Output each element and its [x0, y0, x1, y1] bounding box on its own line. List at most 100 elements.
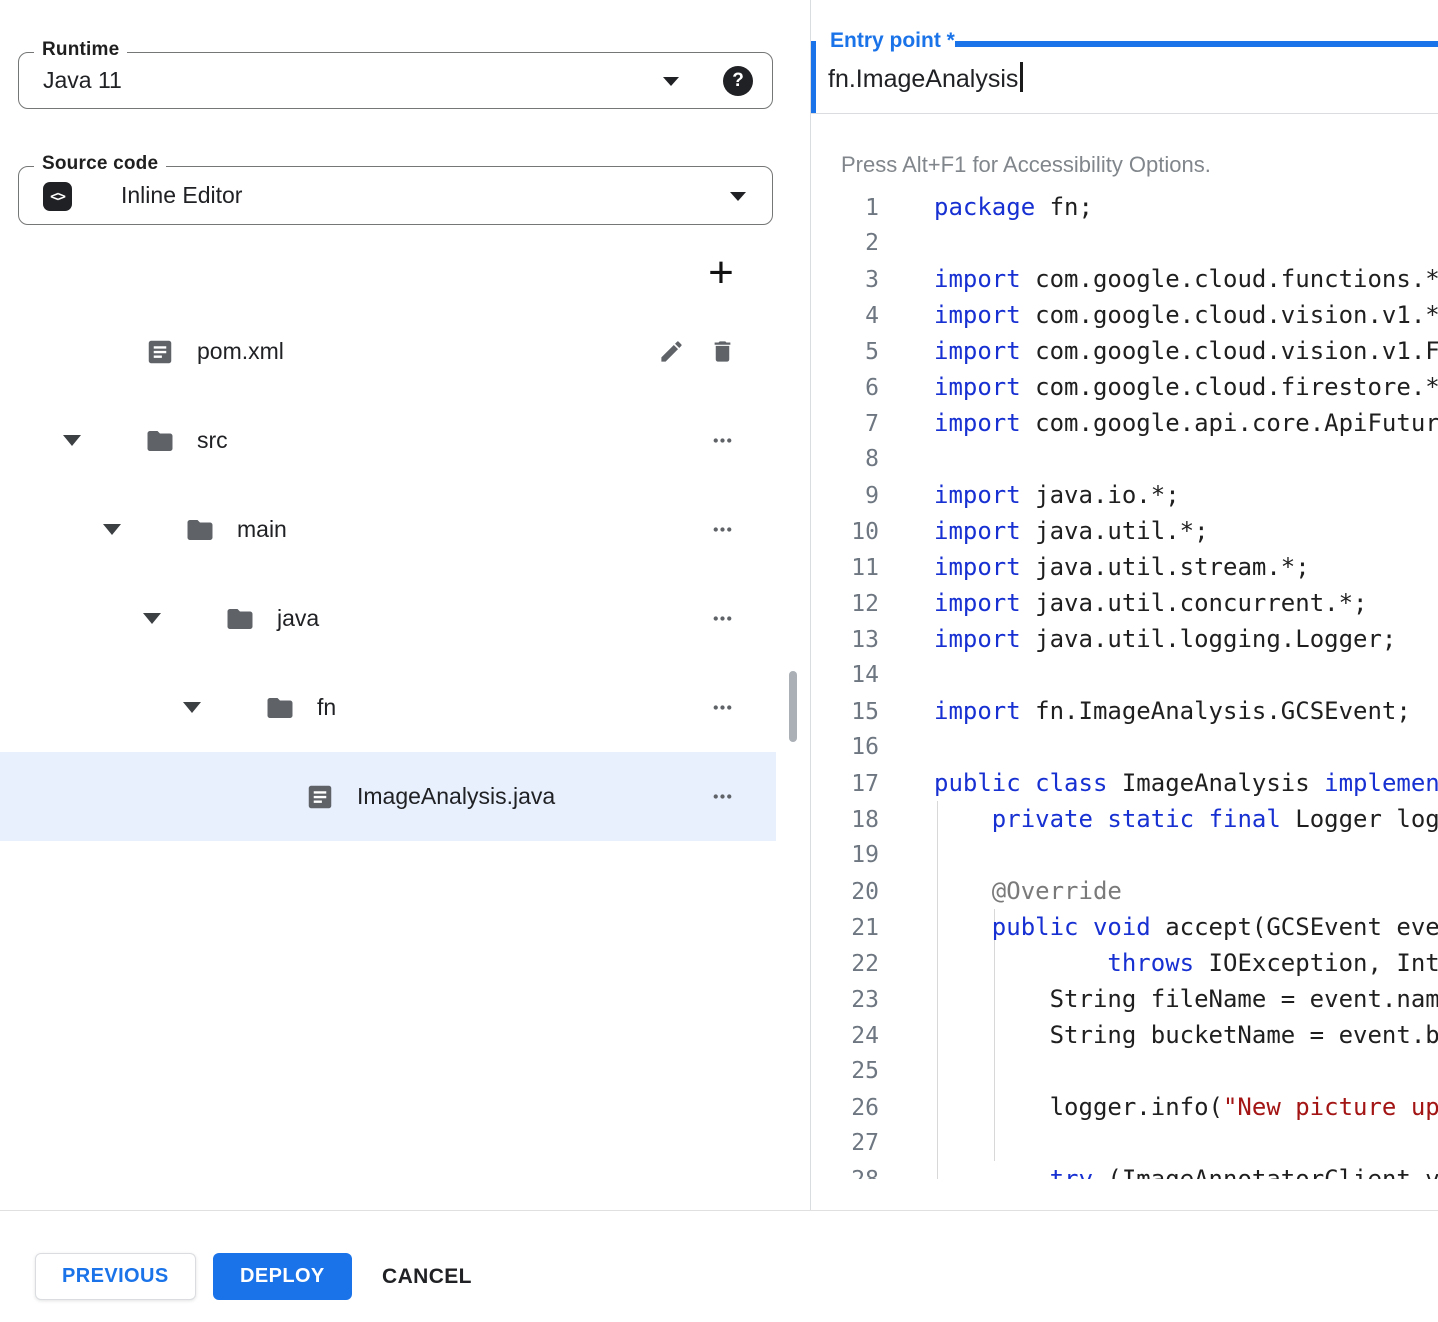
code-text: @Override	[934, 873, 1122, 909]
add-file-button[interactable]: +	[698, 250, 744, 296]
deploy-button[interactable]: DEPLOY	[213, 1253, 352, 1300]
code-line[interactable]: 11 import java.util.stream.*;	[811, 549, 1438, 585]
code-line[interactable]: 15 import fn.ImageAnalysis.GCSEvent;	[811, 693, 1438, 729]
line-number: 13	[811, 622, 879, 658]
code-line[interactable]: 9 import java.io.*;	[811, 477, 1438, 513]
code-line[interactable]: 27	[811, 1125, 1438, 1161]
line-number: 12	[811, 586, 879, 622]
code-line[interactable]: 10 import java.util.*;	[811, 513, 1438, 549]
tree-row[interactable]: main	[0, 485, 776, 574]
code-text: logger.info("New picture up	[934, 1089, 1438, 1125]
line-number: 14	[811, 657, 879, 693]
source-code-label: Source code	[34, 153, 166, 175]
line-number: 15	[811, 694, 879, 730]
chevron-expanded-icon[interactable]	[143, 613, 161, 624]
scrollbar-thumb[interactable]	[789, 671, 797, 742]
code-line[interactable]: 26 logger.info("New picture up	[811, 1089, 1438, 1125]
tree-row-actions	[709, 783, 736, 810]
line-number: 2	[811, 225, 879, 261]
runtime-label: Runtime	[34, 39, 127, 61]
source-code-select[interactable]: Source code <> Inline Editor	[18, 166, 773, 225]
runtime-select[interactable]: Runtime Java 11 ?	[18, 52, 773, 109]
text-cursor	[1020, 62, 1023, 92]
code-line[interactable]: 12 import java.util.concurrent.*;	[811, 585, 1438, 621]
code-icon: <>	[43, 182, 72, 211]
tree-row[interactable]: fn	[0, 663, 776, 752]
line-number: 16	[811, 729, 879, 765]
code-editor[interactable]: Press Alt+F1 for Accessibility Options. …	[811, 114, 1438, 1179]
line-number: 17	[811, 766, 879, 802]
delete-icon[interactable]	[709, 338, 736, 365]
more-options-icon[interactable]	[709, 516, 736, 543]
source-code-value: Inline Editor	[121, 181, 242, 208]
code-text: String bucketName = event.b	[934, 1017, 1438, 1053]
code-line[interactable]: 7 import com.google.api.core.ApiFutur	[811, 405, 1438, 441]
code-line[interactable]: 23 String fileName = event.nam	[811, 981, 1438, 1017]
tree-row[interactable]: ImageAnalysis.java	[0, 752, 776, 841]
code-line[interactable]: 25	[811, 1053, 1438, 1089]
code-line[interactable]: 18 private static final Logger log	[811, 801, 1438, 837]
tree-row-actions	[709, 516, 736, 543]
previous-button[interactable]: PREVIOUS	[35, 1253, 196, 1300]
tree-indent-slot	[175, 702, 265, 713]
more-options-icon[interactable]	[709, 605, 736, 632]
code-line[interactable]: 20 @Override	[811, 873, 1438, 909]
line-number: 18	[811, 802, 879, 838]
code-line[interactable]: 21 public void accept(GCSEvent eve	[811, 909, 1438, 945]
code-line[interactable]: 16	[811, 729, 1438, 765]
tree-row-actions	[709, 427, 736, 454]
code-line[interactable]: 4 import com.google.cloud.vision.v1.*	[811, 297, 1438, 333]
line-number: 28	[811, 1162, 879, 1179]
chevron-down-icon[interactable]	[663, 77, 679, 86]
chevron-down-icon[interactable]	[730, 192, 746, 201]
chevron-expanded-icon[interactable]	[63, 435, 81, 446]
edit-icon[interactable]	[658, 338, 685, 365]
chevron-expanded-icon[interactable]	[103, 524, 121, 535]
editor-panel: Entry point * fn.ImageAnalysis Press Alt…	[811, 0, 1438, 1210]
cancel-button[interactable]: CANCEL	[380, 1253, 474, 1300]
code-line[interactable]: 13 import java.util.logging.Logger;	[811, 621, 1438, 657]
code-line[interactable]: 6 import com.google.cloud.firestore.*	[811, 369, 1438, 405]
code-line[interactable]: 28 try (ImageAnnotatorClient v	[811, 1161, 1438, 1179]
code-line[interactable]: 5 import com.google.cloud.vision.v1.F	[811, 333, 1438, 369]
action-bar: PREVIOUS DEPLOY CANCEL	[0, 1211, 1438, 1322]
more-options-icon[interactable]	[709, 783, 736, 810]
tree-item-label: pom.xml	[197, 338, 284, 365]
code-text: private static final Logger log	[934, 801, 1438, 837]
tree-row[interactable]: pom.xml	[0, 307, 776, 396]
line-number: 11	[811, 550, 879, 586]
code-line[interactable]: 2	[811, 225, 1438, 261]
code-line[interactable]: 22 throws IOException, Int	[811, 945, 1438, 981]
tree-row-actions	[658, 338, 736, 365]
tree-row[interactable]: src	[0, 396, 776, 485]
tree-item-label: main	[237, 516, 287, 543]
code-text: try (ImageAnnotatorClient v	[934, 1161, 1438, 1179]
folder-icon	[145, 426, 175, 456]
tree-indent-slot	[215, 791, 305, 802]
tree-indent-slot	[95, 524, 185, 535]
line-number: 22	[811, 946, 879, 982]
entry-point-input[interactable]: fn.ImageAnalysis	[828, 62, 1023, 94]
code-line[interactable]: 1 package fn;	[811, 189, 1438, 225]
code-text: import java.util.logging.Logger;	[934, 621, 1396, 657]
code-lines: 1 package fn; 2 3 import com.google.clou…	[811, 189, 1438, 1179]
code-line[interactable]: 14	[811, 657, 1438, 693]
tree-row[interactable]: java	[0, 574, 776, 663]
code-line[interactable]: 3 import com.google.cloud.functions.*	[811, 261, 1438, 297]
help-icon[interactable]: ?	[723, 66, 753, 96]
line-number: 21	[811, 910, 879, 946]
function-config-panel: Runtime Java 11 ? Source code <> Inline …	[0, 0, 810, 1210]
code-text: import java.io.*;	[934, 477, 1180, 513]
chevron-expanded-icon[interactable]	[183, 702, 201, 713]
entry-point-field[interactable]: Entry point * fn.ImageAnalysis	[811, 0, 1438, 114]
more-options-icon[interactable]	[709, 427, 736, 454]
code-line[interactable]: 17 public class ImageAnalysis implemen	[811, 765, 1438, 801]
code-line[interactable]: 24 String bucketName = event.b	[811, 1017, 1438, 1053]
code-line[interactable]: 8	[811, 441, 1438, 477]
folder-icon	[265, 693, 295, 723]
more-options-icon[interactable]	[709, 694, 736, 721]
folder-icon	[225, 604, 255, 634]
code-text: public void accept(GCSEvent eve	[934, 909, 1438, 945]
tree-row-actions	[709, 694, 736, 721]
code-line[interactable]: 19	[811, 837, 1438, 873]
